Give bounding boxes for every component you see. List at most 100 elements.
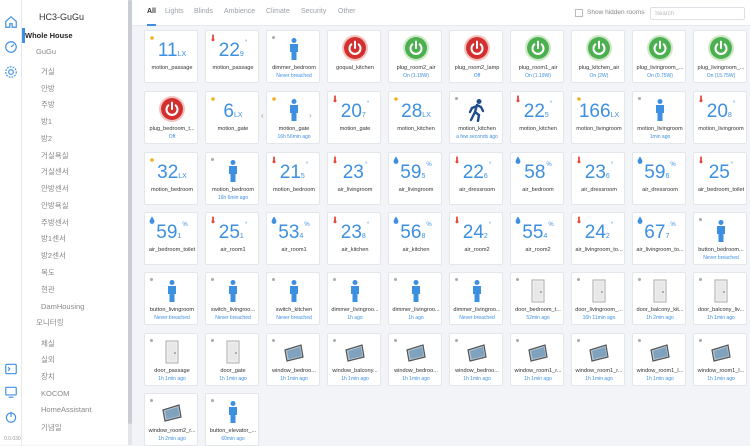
- device-card[interactable]: button_livingroom Never breached: [144, 272, 198, 325]
- sidebar-item[interactable]: 기념일: [22, 420, 128, 435]
- power-toggle[interactable]: [527, 37, 549, 59]
- sidebar-item[interactable]: 방2센서: [22, 248, 128, 263]
- sidebar-item[interactable]: 거실: [22, 64, 128, 79]
- search-input[interactable]: [650, 7, 745, 20]
- sidebar-item[interactable]: DamHousing: [22, 299, 128, 314]
- tab-all[interactable]: All: [147, 8, 156, 15]
- device-card[interactable]: 677% air_livingroom_to...: [632, 212, 686, 265]
- sidebar-item[interactable]: 주방센서: [22, 215, 128, 230]
- device-card[interactable]: 58% air_bedroom: [510, 152, 564, 205]
- sidebar-item[interactable]: HomeAssistant: [22, 402, 128, 417]
- device-card[interactable]: 236° air_dressroom: [571, 152, 625, 205]
- scroll-right-icon[interactable]: ›: [309, 111, 312, 120]
- sidebar-item[interactable]: 거실센서: [22, 164, 128, 179]
- tab-other[interactable]: Other: [338, 8, 356, 15]
- device-card[interactable]: 25° air_bedroom_toilet: [693, 152, 747, 205]
- sidebar-item[interactable]: 체실: [22, 336, 128, 351]
- device-card[interactable]: 226° air_dressroom: [449, 152, 503, 205]
- power-toggle[interactable]: [710, 37, 732, 59]
- device-card[interactable]: 242° air_livingroom_to...: [571, 212, 625, 265]
- device-card[interactable]: 238° air_kitchen: [327, 212, 381, 265]
- sidebar-item[interactable]: 주방: [22, 97, 128, 112]
- tab-lights[interactable]: Lights: [165, 8, 184, 15]
- device-card[interactable]: window_room1_r... 1h 1min ago: [571, 333, 625, 386]
- sidebar-item[interactable]: 장치: [22, 369, 128, 384]
- device-card[interactable]: window_room1_l... 1h 1min ago: [693, 333, 747, 386]
- device-card[interactable]: door_bedroom_t... 52min ago: [510, 272, 564, 325]
- device-card[interactable]: 596% air_dressroom: [632, 152, 686, 205]
- device-card[interactable]: 534% air_room1: [266, 212, 320, 265]
- device-card[interactable]: window_room2_r... 1h 2min ago: [144, 393, 198, 446]
- power-toggle[interactable]: [344, 37, 366, 59]
- power-toggle[interactable]: [405, 37, 427, 59]
- power-toggle[interactable]: [466, 37, 488, 59]
- sidebar-item[interactable]: Whole House: [22, 28, 128, 43]
- device-card[interactable]: motion_kitchen a few seconds ago: [449, 91, 503, 144]
- device-card[interactable]: 225° motion_kitchen: [510, 91, 564, 144]
- sidebar-item[interactable]: 실외: [22, 352, 128, 367]
- device-card[interactable]: 242° air_room2: [449, 212, 503, 265]
- tab-ambience[interactable]: Ambience: [224, 8, 255, 15]
- device-card[interactable]: plug_room2_lamp Off: [449, 30, 503, 83]
- sidebar-item[interactable]: 방2: [22, 131, 128, 146]
- sidebar-scrollbar-thumb[interactable]: [128, 0, 132, 424]
- device-card[interactable]: window_bedroo... 1h 1min ago: [388, 333, 442, 386]
- dashboard-icon[interactable]: [4, 40, 18, 54]
- terminal-icon[interactable]: [4, 362, 18, 376]
- device-card[interactable]: motion_livingroom 1min ago: [632, 91, 686, 144]
- sidebar-item[interactable]: 거실욕실: [22, 148, 128, 163]
- device-card[interactable]: switch_kitchen Never breached: [266, 272, 320, 325]
- settings-icon[interactable]: [4, 65, 18, 79]
- device-card[interactable]: 23° air_livingroom: [327, 152, 381, 205]
- device-card[interactable]: plug_room2_air On (1.19W): [388, 30, 442, 83]
- show-hidden-rooms-checkbox[interactable]: [575, 9, 583, 17]
- device-card[interactable]: window_room1_l... 1h 1min ago: [632, 333, 686, 386]
- sidebar-item[interactable]: 현관: [22, 282, 128, 297]
- tab-blinds[interactable]: Blinds: [194, 8, 213, 15]
- power-toggle[interactable]: [161, 98, 183, 120]
- sidebar-item[interactable]: KOCOM: [22, 386, 128, 401]
- scroll-left-icon[interactable]: ‹: [261, 111, 264, 120]
- device-card[interactable]: switch_livingroo... Never breached: [205, 272, 259, 325]
- power-toggle[interactable]: [588, 37, 610, 59]
- device-card[interactable]: 208° motion_livingroom: [693, 91, 747, 144]
- device-card[interactable]: 6LX motion_gate: [205, 91, 259, 144]
- sidebar-item[interactable]: 모니터링: [22, 315, 128, 330]
- power-icon[interactable]: [4, 410, 18, 424]
- device-card[interactable]: 166LX motion_livingroom: [571, 91, 625, 144]
- device-card[interactable]: dimmer_livingroo... Never breached: [449, 272, 503, 325]
- device-card[interactable]: door_passage 1h 1min ago: [144, 333, 198, 386]
- tab-climate[interactable]: Climate: [266, 8, 290, 15]
- device-card[interactable]: dimmer_livingroo... 1h ago: [388, 272, 442, 325]
- device-card[interactable]: 215° motion_bedroom: [266, 152, 320, 205]
- monitor-icon[interactable]: [4, 385, 18, 399]
- power-toggle[interactable]: [649, 37, 671, 59]
- device-card[interactable]: door_balcony_liv... 1h 1min ago: [693, 272, 747, 325]
- sidebar-item[interactable]: 방1센서: [22, 231, 128, 246]
- device-card[interactable]: 32LX motion_bedroom: [144, 152, 198, 205]
- sidebar-item[interactable]: 방1: [22, 114, 128, 129]
- device-card[interactable]: 207° motion_gate: [327, 91, 381, 144]
- device-card[interactable]: plug_livingroom_... On (15.75W): [693, 30, 747, 83]
- device-card[interactable]: motion_bedroom 16h 6min ago: [205, 152, 259, 205]
- sidebar-item[interactable]: GuGu: [22, 44, 128, 59]
- device-card[interactable]: plug_kitchen_air On (2W): [571, 30, 625, 83]
- device-card[interactable]: door_gate 1h 1min ago: [205, 333, 259, 386]
- device-card[interactable]: window_room1_r... 1h 1min ago: [510, 333, 564, 386]
- home-icon[interactable]: [4, 15, 18, 29]
- device-card[interactable]: 591% air_bedroom_toilet: [144, 212, 198, 265]
- tab-security[interactable]: Security: [301, 8, 326, 15]
- device-card[interactable]: 28LX motion_kitchen: [388, 91, 442, 144]
- device-card[interactable]: 554% air_room2: [510, 212, 564, 265]
- device-card[interactable]: 568% air_kitchen: [388, 212, 442, 265]
- device-card[interactable]: button_elevator_... 60min ago: [205, 393, 259, 446]
- device-card[interactable]: door_livingroom_... 16h 11min ago: [571, 272, 625, 325]
- sidebar-item[interactable]: 안방욕실: [22, 198, 128, 213]
- device-card[interactable]: 595% air_livingroom: [388, 152, 442, 205]
- device-card[interactable]: 251° air_room1: [205, 212, 259, 265]
- device-card[interactable]: door_balcony_kit... 1h 2min ago: [632, 272, 686, 325]
- device-card[interactable]: 11LX motion_passage: [144, 30, 198, 83]
- device-card[interactable]: goqual_kitchen: [327, 30, 381, 83]
- sidebar-item[interactable]: 복도: [22, 265, 128, 280]
- sidebar-item[interactable]: 안방: [22, 81, 128, 96]
